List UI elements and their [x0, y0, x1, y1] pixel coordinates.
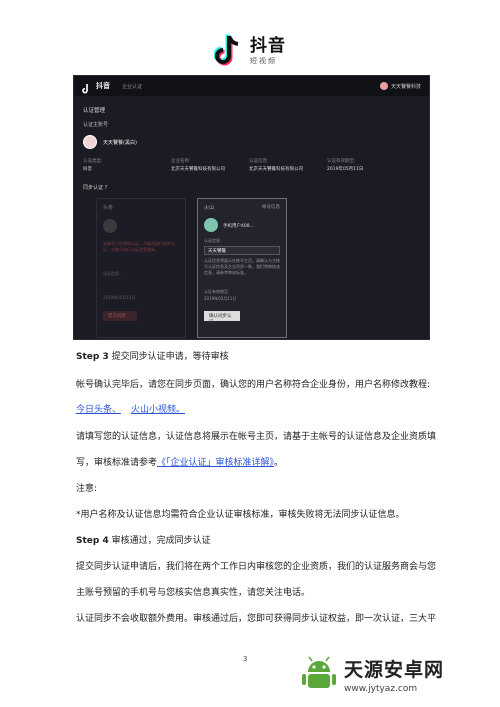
card-side-label[interactable]: 帐号信息 [262, 204, 280, 210]
info-company: 企业名称: 北京天天饕餮科技有限公司 [171, 159, 225, 172]
card-line: 2019年05月11日 [204, 296, 237, 301]
paragraph-2b: 写，审核标准请参考《「企业认证」审核标准详解》。 [76, 458, 284, 468]
screenshot-topbar: 抖音 企业认证 天天饕餮科技 [74, 76, 429, 96]
card-account-name: 手机用户408... [223, 224, 254, 229]
paragraph-4: 认证同步不会收取额外费用。审核通过后，您即可获得同步认证权益，即一次认证，三大平 [76, 614, 437, 624]
douyin-logo: 抖音 短视频 [0, 30, 500, 72]
watermark-title: 天源安卓网 [344, 658, 445, 681]
logo-subtitle: 短视频 [250, 56, 277, 65]
paragraph-3a: 提交同步认证申请后，我们将在两个工作日内审核您的企业资质，我们的认证服务商会与您 [76, 562, 437, 572]
paragraph-3b: 主账号预留的手机号与您核实信息真实性，请您关注电话。 [76, 588, 311, 598]
card-avatar [204, 218, 218, 232]
paragraph-2a: 请填写您的认证信息，认证信息将展示在帐号主页，请基于主帐号的认证信息及企业资质填 [76, 432, 437, 442]
embedded-screenshot: 抖音 企业认证 天天饕餮科技 认证管理 认证主账号 天天饕餮(黑白) 认证类型:… [73, 75, 430, 340]
douyin-mini-icon [82, 80, 92, 94]
cert-info-input[interactable]: 天天饕餮 [204, 246, 280, 255]
submit-sync-button[interactable]: 提交同步 [103, 311, 137, 321]
link-huoshan[interactable]: 火山小视频。 [131, 405, 185, 415]
card-line: 认证信息... [103, 271, 123, 276]
note-text: *用户名称及认证信息均需符合企业认证审核标准，审核失败将无法同步认证信息。 [76, 510, 405, 520]
screenshot-brand: 抖音 [96, 82, 110, 90]
logo-name: 抖音 [250, 35, 286, 56]
screenshot-brand-sub: 企业认证 [122, 83, 143, 90]
step3-heading: Step 3 提交同步认证申请，等待审核 [76, 352, 229, 362]
site-watermark: 天源安卓网 www.jytyaz.com [300, 645, 495, 703]
page-number: 3 [243, 655, 248, 663]
field-label: 认证信息: [204, 238, 222, 243]
link-audit-standard[interactable]: 《「企业认证」审核标准详解》 [157, 458, 274, 468]
user-name[interactable]: 天天饕餮科技 [391, 83, 421, 90]
info-cert: 认证信息: 北京天天饕餮科技有限公司 [249, 159, 303, 172]
sync-label: 同步认证 ? [83, 185, 108, 191]
card-head: 头条 [103, 205, 114, 211]
paragraph-links: 今日头条、 火山小视频。 [76, 405, 456, 417]
paragraph-1: 帐号确认完毕后，请您在同步页面，确认您的用户名称符合企业身份，用户名称修改教程: [76, 380, 431, 390]
card-note: 认证信息将展示在帐号主页，请确认与主帐号认证信息及企业资质一致，我们将审核该信息… [204, 258, 280, 275]
card-toutiao: 头条 该账号已在审核认证，不能再进行同步认证。对账号进行认证信息更新。 认证信息… [96, 198, 186, 338]
account-name: 天天饕餮(黑白) [103, 140, 137, 146]
card-line: 2019年05月11日 [103, 295, 136, 300]
avatar[interactable] [379, 82, 388, 90]
section-title: 认证管理 [83, 108, 106, 114]
card-alert-text: 该账号已在审核认证，不能再进行同步认证。对账号进行认证信息更新。 [103, 241, 175, 253]
watermark-url: www.jytyaz.com [344, 683, 418, 694]
info-expiry: 认证有效期至: 2019年05月11日 [327, 159, 364, 172]
link-toutiao[interactable]: 今日头条、 [76, 405, 121, 415]
douyin-note-icon [213, 34, 244, 68]
confirm-sync-button[interactable]: 确认同步认证 [204, 311, 240, 325]
card-huoshan: 火山 帐号信息 手机用户408... 认证信息: 天天饕餮 认证信息将展示在帐号… [197, 198, 287, 338]
card-line: 认证有效期至: [204, 289, 230, 294]
step4-heading: Step 4 审核通过，完成同步认证 [76, 536, 211, 546]
info-type: 认证类型: 抖音 [83, 159, 103, 172]
subaccount-label: 认证主账号 [83, 122, 109, 128]
card-avatar [103, 219, 117, 233]
account-avatar [83, 135, 97, 149]
android-robot-icon [300, 654, 338, 694]
note-label: 注意: [76, 484, 98, 494]
